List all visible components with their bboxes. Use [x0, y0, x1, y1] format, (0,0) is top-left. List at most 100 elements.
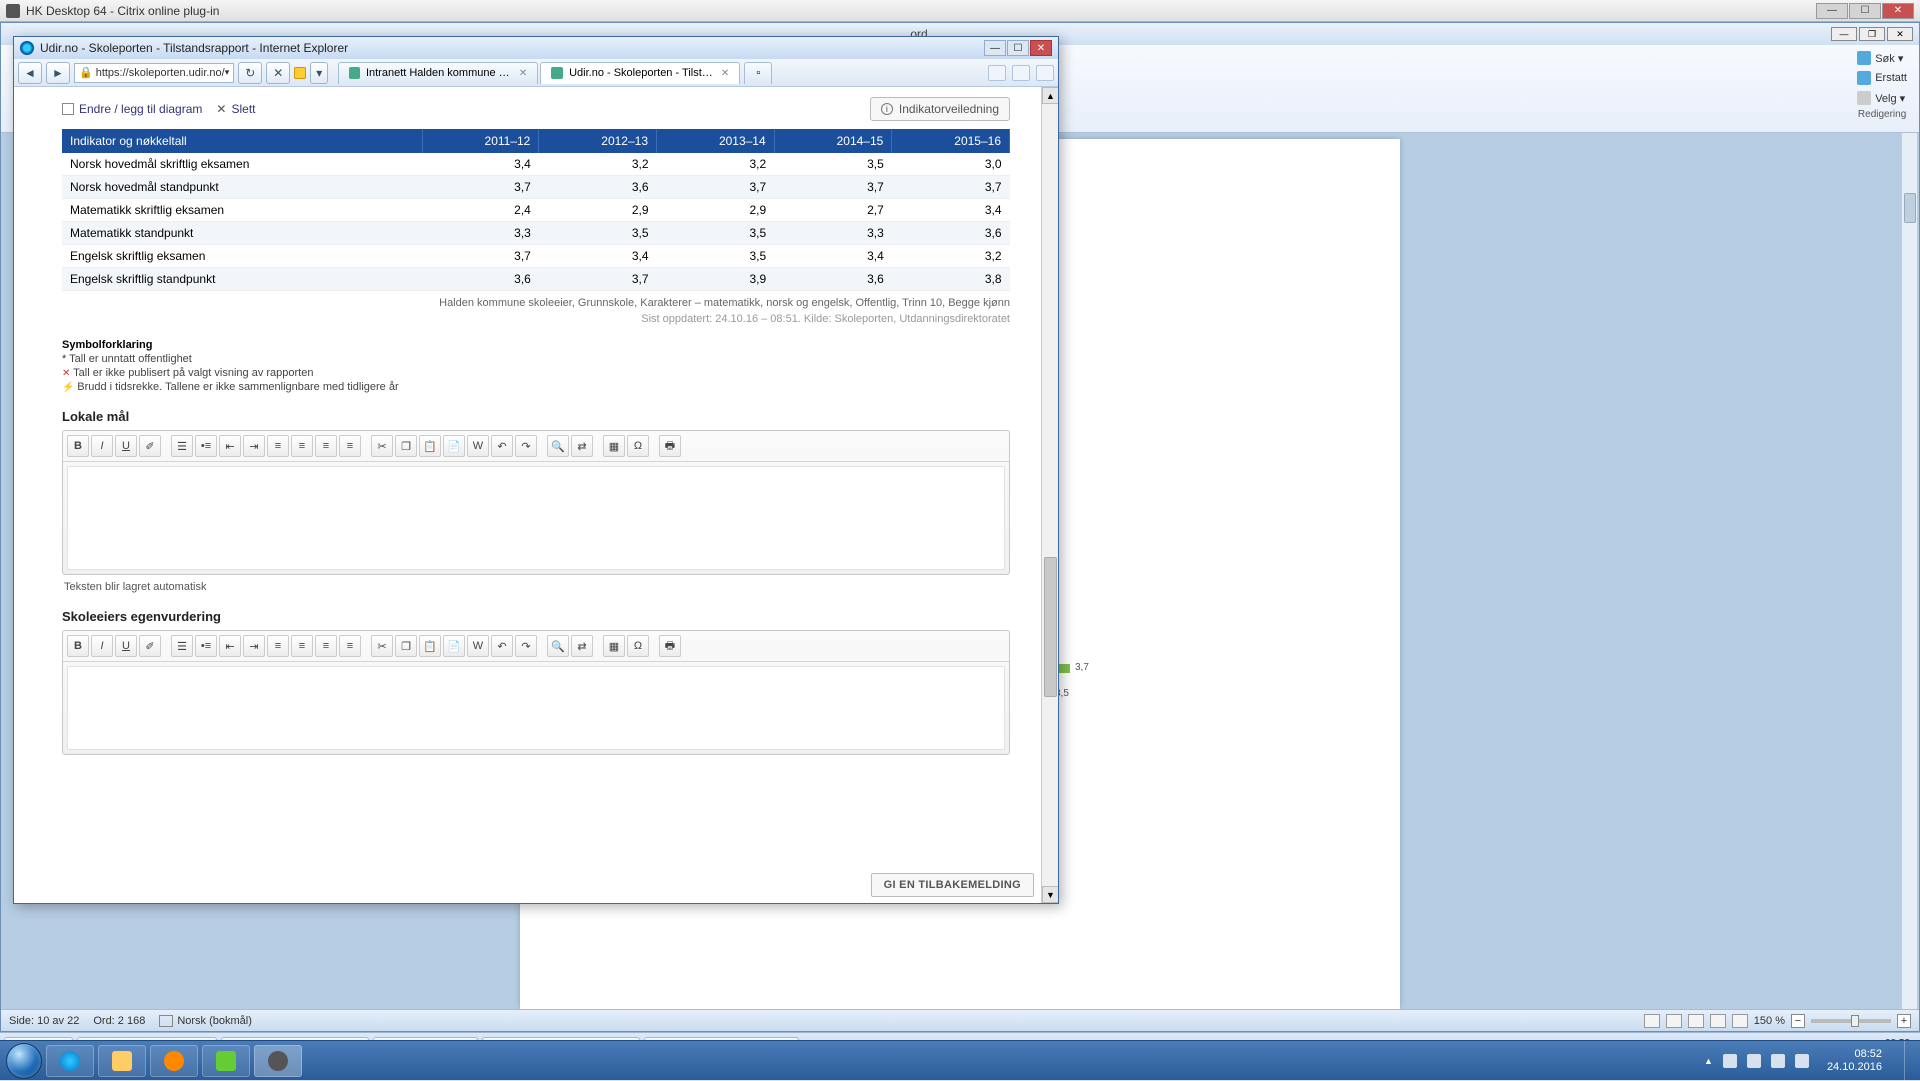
align-justify-button[interactable]: ≡ [339, 435, 361, 457]
home-icon[interactable] [988, 65, 1006, 81]
paste-button[interactable]: 📋 [419, 435, 441, 457]
citrix-close[interactable]: ✕ [1882, 3, 1914, 19]
refresh-button[interactable]: ↻ [238, 62, 262, 84]
paste-word-button-2[interactable]: W [467, 635, 489, 657]
ie-close[interactable]: ✕ [1030, 40, 1052, 56]
cut-button[interactable]: ✂ [371, 435, 393, 457]
address-bar[interactable]: 🔒 https://skoleporten.udir.no/ ▾ [74, 63, 234, 83]
host-tray-icon-3[interactable] [1771, 1054, 1785, 1068]
word-scrollbar[interactable] [1901, 133, 1917, 1009]
symbol-button-2[interactable]: Ω [627, 635, 649, 657]
outdent-button-2[interactable]: ⇤ [219, 635, 241, 657]
cut-button-2[interactable]: ✂ [371, 635, 393, 657]
bold-button-2[interactable]: B [67, 635, 89, 657]
align-center-button[interactable]: ≡ [291, 435, 313, 457]
align-left-button[interactable]: ≡ [267, 435, 289, 457]
status-page[interactable]: Side: 10 av 22 [9, 1015, 79, 1027]
host-tray-icon-1[interactable] [1723, 1054, 1737, 1068]
tab-close-icon[interactable]: ✕ [721, 68, 729, 79]
word-close[interactable]: ✕ [1887, 27, 1913, 41]
indent-button-2[interactable]: ⇥ [243, 635, 265, 657]
compat-button[interactable]: ▾ [310, 62, 328, 84]
favorites-icon[interactable] [1012, 65, 1030, 81]
editor-textarea-2[interactable] [67, 666, 1005, 750]
taskbar-media[interactable] [150, 1045, 198, 1077]
table-button[interactable]: ▦ [603, 435, 625, 457]
print-button-2[interactable]: 🖶 [659, 635, 681, 657]
bold-button[interactable]: B [67, 435, 89, 457]
ie-maximize[interactable]: ☐ [1007, 40, 1029, 56]
ie-scroll-thumb[interactable] [1044, 557, 1057, 697]
tab-close-icon[interactable]: ✕ [519, 68, 527, 79]
tools-icon[interactable] [1036, 65, 1054, 81]
paste-text-button-2[interactable]: 📄 [443, 635, 465, 657]
align-justify-button-2[interactable]: ≡ [339, 635, 361, 657]
ie-scrollbar[interactable]: ▲ ▼ [1041, 87, 1058, 903]
zoom-slider[interactable] [1811, 1019, 1891, 1023]
ordered-list-button-2[interactable]: ☰ [171, 635, 193, 657]
view-draft-icon[interactable] [1732, 1014, 1748, 1028]
redo-button-2[interactable]: ↷ [515, 635, 537, 657]
status-words[interactable]: Ord: 2 168 [93, 1015, 145, 1027]
copy-button-2[interactable]: ❐ [395, 635, 417, 657]
symbol-button[interactable]: Ω [627, 435, 649, 457]
print-button[interactable]: 🖶 [659, 435, 681, 457]
status-language[interactable]: Norsk (bokmål) [159, 1015, 252, 1027]
taskbar-citrix[interactable] [254, 1045, 302, 1077]
italic-button[interactable]: I [91, 435, 113, 457]
security-icon[interactable] [294, 67, 306, 79]
outdent-button[interactable]: ⇤ [219, 435, 241, 457]
replace-button[interactable]: Erstatt [1853, 69, 1911, 87]
ie-titlebar[interactable]: Udir.no - Skoleporten - Tilstandsrapport… [14, 37, 1058, 59]
new-tab-button[interactable]: ▫ [744, 62, 772, 84]
select-button[interactable]: Velg ▾ [1853, 89, 1911, 107]
redo-button[interactable]: ↷ [515, 435, 537, 457]
scroll-up-button[interactable]: ▲ [1042, 87, 1058, 104]
paste-text-button[interactable]: 📄 [443, 435, 465, 457]
taskbar-ie[interactable] [46, 1045, 94, 1077]
word-minimize[interactable]: — [1831, 27, 1857, 41]
clear-format-button[interactable]: ✐ [139, 435, 161, 457]
stop-button[interactable]: ✕ [266, 62, 290, 84]
find-button-ed-2[interactable]: 🔍 [547, 635, 569, 657]
address-dropdown-icon[interactable]: ▾ [225, 67, 230, 78]
browser-tab[interactable]: Intranett Halden kommune - Sta...✕ [338, 62, 538, 84]
browser-tab[interactable]: Udir.no - Skoleporten - Tilsta...✕ [540, 62, 740, 84]
host-tray-icon-4[interactable] [1795, 1054, 1809, 1068]
indent-button[interactable]: ⇥ [243, 435, 265, 457]
replace-button-ed[interactable]: ⇄ [571, 435, 593, 457]
show-desktop-button[interactable] [1904, 1041, 1914, 1081]
find-button-ed[interactable]: 🔍 [547, 435, 569, 457]
view-web-icon[interactable] [1688, 1014, 1704, 1028]
scrollbar-thumb[interactable] [1904, 193, 1916, 223]
host-start-button[interactable] [6, 1043, 42, 1079]
word-restore[interactable]: ❐ [1859, 27, 1885, 41]
table-button-2[interactable]: ▦ [603, 635, 625, 657]
unordered-list-button-2[interactable]: •≡ [195, 635, 217, 657]
scroll-down-button[interactable]: ▼ [1042, 886, 1058, 903]
forward-button[interactable]: ► [46, 62, 70, 84]
view-read-icon[interactable] [1666, 1014, 1682, 1028]
align-right-button-2[interactable]: ≡ [315, 635, 337, 657]
undo-button[interactable]: ↶ [491, 435, 513, 457]
ordered-list-button[interactable]: ☰ [171, 435, 193, 457]
replace-button-ed-2[interactable]: ⇄ [571, 635, 593, 657]
delete-link[interactable]: ✕Slett [216, 102, 255, 116]
host-tray-icon-2[interactable] [1747, 1054, 1761, 1068]
align-left-button-2[interactable]: ≡ [267, 635, 289, 657]
feedback-button[interactable]: GI EN TILBAKEMELDING [871, 873, 1034, 897]
align-center-button-2[interactable]: ≡ [291, 635, 313, 657]
zoom-slider-thumb[interactable] [1851, 1015, 1859, 1027]
view-print-icon[interactable] [1644, 1014, 1660, 1028]
underline-button[interactable]: U [115, 435, 137, 457]
italic-button-2[interactable]: I [91, 635, 113, 657]
taskbar-app1[interactable] [202, 1045, 250, 1077]
citrix-minimize[interactable]: — [1816, 3, 1848, 19]
copy-button[interactable]: ❐ [395, 435, 417, 457]
unordered-list-button[interactable]: •≡ [195, 435, 217, 457]
paste-button-2[interactable]: 📋 [419, 635, 441, 657]
zoom-level[interactable]: 150 % [1754, 1015, 1785, 1027]
host-tray-expand-icon[interactable]: ▲ [1704, 1056, 1713, 1066]
editor-textarea-1[interactable] [67, 466, 1005, 570]
citrix-maximize[interactable]: ☐ [1849, 3, 1881, 19]
